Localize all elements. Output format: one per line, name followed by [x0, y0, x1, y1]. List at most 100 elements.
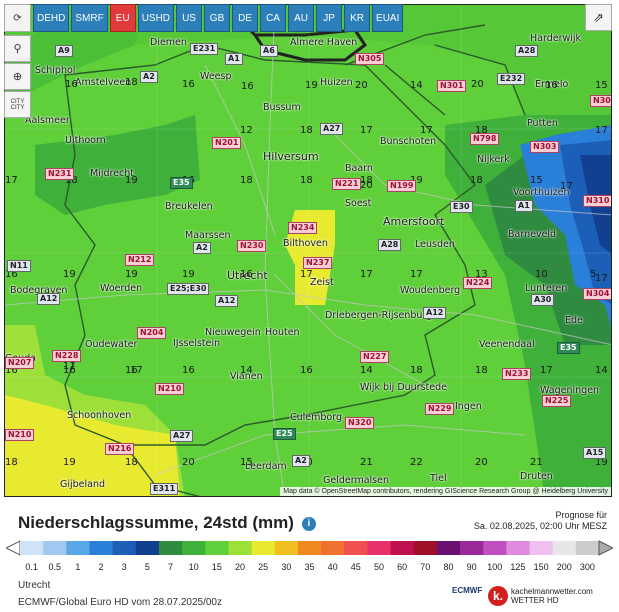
city-label: Uithoorn — [65, 135, 106, 146]
road-label: A12 — [37, 293, 61, 305]
legend-value: 300 — [579, 562, 595, 572]
precip-value: 11 — [63, 361, 76, 372]
legend-value: 1 — [75, 562, 81, 572]
legend-value: 70 — [420, 562, 431, 572]
road-label: A6 — [260, 45, 278, 57]
model-tab[interactable]: CA — [260, 4, 287, 32]
precip-value: 18 — [300, 175, 313, 186]
model-tab[interactable]: USHD — [137, 4, 175, 32]
road-label: A9 — [55, 45, 73, 57]
model-tab[interactable]: EU — [109, 4, 136, 32]
precipitation-map[interactable]: Diemen Almere Haven Harderwijk Schiphol Amst… — [4, 4, 612, 497]
road-label: A2 — [140, 71, 158, 83]
road-label: N234 — [288, 222, 318, 234]
city-label: Gijbeland — [60, 479, 106, 490]
model-tab[interactable]: GB — [204, 4, 231, 32]
legend-value: 0.5 — [48, 562, 61, 572]
precip-value: 15 — [595, 80, 608, 91]
model-tab[interactable]: AU — [288, 4, 315, 32]
city-label: Amersfoort — [383, 215, 445, 228]
legend-value: 30 — [281, 562, 292, 572]
city-label: Schoonhoven — [67, 410, 132, 421]
city-label: Zeist — [310, 277, 334, 288]
legend-value: 3 — [121, 562, 127, 572]
legend-swatch — [251, 541, 276, 555]
legend-swatch — [205, 541, 229, 555]
road-label: N310 — [583, 195, 611, 207]
precip-value: 16 — [240, 269, 253, 280]
city-label: Houten — [265, 327, 300, 338]
city-label: Amstelveen — [75, 77, 132, 88]
zoom-in-icon[interactable]: ⊕ — [4, 63, 31, 90]
precip-value: 17 — [300, 269, 313, 280]
road-label: A30 — [531, 294, 555, 306]
legend-value: 90 — [466, 562, 477, 572]
legend-swatch — [66, 541, 90, 555]
legend-swatch — [552, 541, 577, 555]
legend-swatch — [43, 541, 67, 555]
model-tab[interactable]: SMRF — [71, 4, 108, 32]
model-tab[interactable]: JP — [316, 4, 343, 32]
model-tab[interactable]: EUAI — [372, 4, 404, 32]
model-tab[interactable]: DEHD — [33, 4, 70, 32]
city-label: Weesp — [200, 71, 232, 82]
legend-swatch — [182, 541, 206, 555]
precip-value: 18 — [240, 175, 253, 186]
legend-value: 100 — [487, 562, 503, 572]
legend-value: 40 — [327, 562, 338, 572]
city-label: Aalsmeer — [25, 115, 70, 126]
precip-value: 16 — [545, 80, 558, 91]
road-label: N216 — [105, 443, 135, 455]
precip-value: 19 — [305, 80, 318, 91]
road-label: E35 — [170, 177, 193, 189]
share-icon[interactable]: ⇗ — [585, 4, 612, 31]
legend-value: 20 — [235, 562, 246, 572]
city-label: IJsselstein — [173, 338, 221, 349]
city-label: Maarssen — [185, 230, 231, 241]
precip-value: 17 — [410, 269, 423, 280]
refresh-icon[interactable]: ⟳ — [4, 4, 31, 32]
road-label: N207 — [5, 357, 35, 369]
precip-value: 18 — [300, 125, 313, 136]
model-toolbar: ⟳ DEHD SMRF EU USHD US GB DE CA AU JP KR EUAI — [4, 4, 404, 32]
road-label: N224 — [463, 277, 493, 289]
forecast-time: Prognose für Sa. 02.08.2025, 02:00 Uhr M… — [474, 510, 607, 532]
title-text: Niederschlagssumme, 24std (mm) — [18, 513, 294, 532]
road-label: N320 — [345, 417, 375, 429]
road-label: A28 — [515, 45, 539, 57]
city-label: Ede — [565, 315, 583, 326]
model-tab[interactable]: KR — [344, 4, 371, 32]
info-icon[interactable]: i — [301, 516, 316, 531]
legend-value: 45 — [350, 562, 361, 572]
road-label: N11 — [7, 260, 31, 272]
precip-value: 20 — [182, 457, 195, 468]
city-label: Baarn — [345, 163, 373, 174]
location-pin-icon[interactable]: ⚲ — [4, 35, 31, 62]
precip-value: 20 — [471, 79, 484, 90]
precip-value: 16 — [182, 365, 195, 376]
city-label: Soest — [345, 198, 372, 209]
legend-swatch — [390, 541, 415, 555]
road-label: N233 — [502, 368, 532, 380]
forecast-label: Prognose für — [555, 510, 607, 520]
road-label: E25 — [273, 428, 296, 440]
city-label: Barneveld — [508, 229, 557, 240]
model-tab[interactable]: DE — [232, 4, 259, 32]
model-tabs: DEHD SMRF EU USHD US GB DE CA AU JP KR EUAI — [33, 4, 404, 32]
road-label: N304 — [583, 288, 611, 300]
road-label: A28 — [378, 239, 402, 251]
city-label: Hilversum — [263, 150, 319, 163]
model-tab[interactable]: US — [176, 4, 203, 32]
city-label: Huizen — [320, 77, 353, 88]
precip-value: 18 — [5, 457, 18, 468]
legend-value: 60 — [397, 562, 408, 572]
road-label: N228 — [52, 350, 82, 362]
kachelmann-logo[interactable]: k. kachelmannwetter.com WETTER HD — [488, 586, 593, 606]
city-label: Woerden — [100, 283, 143, 294]
precip-value: 19 — [63, 269, 76, 280]
forecast-date: Sa. 02.08.2025, 02:00 Uhr MESZ — [473, 521, 607, 531]
map-attribution[interactable]: Map data © OpenStreetMap contributors, r… — [280, 487, 611, 496]
road-label: N221 — [332, 178, 362, 190]
city-labels-toggle[interactable]: CITY CITY — [4, 91, 31, 118]
precip-value: 17 — [560, 181, 573, 192]
